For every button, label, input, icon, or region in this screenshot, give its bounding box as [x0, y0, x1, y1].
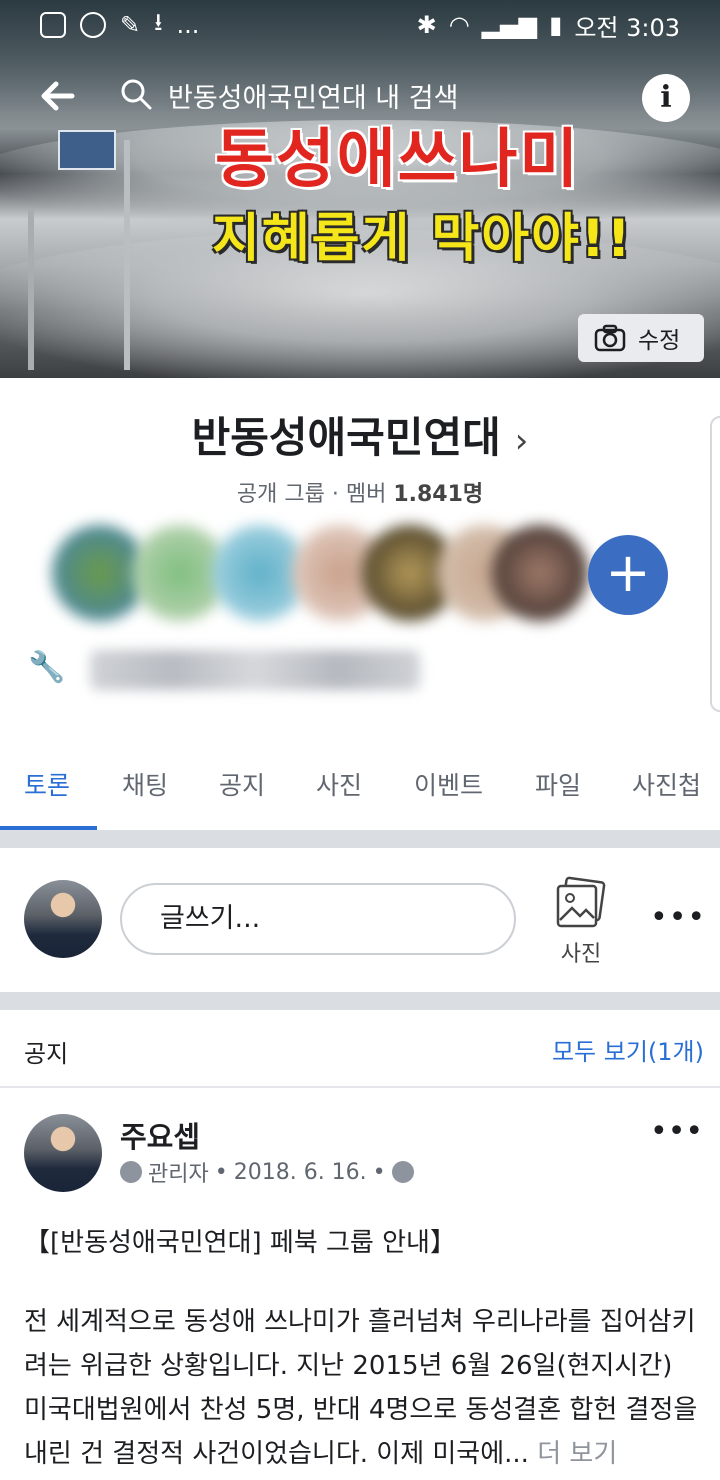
status-time: 오전 3:03: [574, 13, 680, 42]
app-notification-icon: [40, 12, 66, 38]
post-role: 관리자: [148, 1162, 209, 1187]
section-divider: [0, 992, 720, 1010]
see-all-link[interactable]: 모두 보기(1개): [552, 1032, 704, 1067]
post-composer: 글쓰기... 사진 •••: [0, 848, 720, 992]
group-search-input[interactable]: 반동성애국민연대 내 검색: [168, 76, 458, 115]
search-icon[interactable]: [118, 76, 154, 112]
more-options-icon[interactable]: •••: [650, 900, 706, 935]
write-post-input[interactable]: 글쓰기...: [120, 883, 516, 955]
photo-icon[interactable]: [554, 876, 608, 936]
post-options-icon[interactable]: •••: [650, 1114, 703, 1149]
section-divider: [0, 830, 720, 848]
group-type: 공개 그룹: [236, 482, 325, 507]
edit-cover-label: 수정: [638, 328, 681, 354]
post-body: 전 세계적으로 동성애 쓰나미가 흘러넘쳐 우리나라를 집어삼키려는 위급한 상…: [24, 1300, 700, 1476]
status-bar: ✎ ⭳ ... ✱ ◠ ▂▄▆ ▮ 오전 3:03: [0, 0, 720, 50]
blurred-member-names: [90, 650, 420, 690]
cover-pole: [124, 140, 130, 370]
cover-headline-bottom: 지혜롭게 막아야!!: [212, 209, 633, 269]
tab-albums[interactable]: 사진첩: [632, 766, 701, 802]
edit-cover-button[interactable]: 수정: [578, 314, 704, 362]
photo-button-label[interactable]: 사진: [552, 936, 610, 968]
top-search-bar: 반동성애국민연대 내 검색 i: [0, 62, 720, 132]
group-name-text: 반동성애국민연대: [191, 413, 501, 462]
cover-road-sign: [58, 130, 116, 170]
public-globe-icon: [391, 1161, 414, 1183]
notice-header: 공지 모두 보기(1개): [0, 1010, 720, 1088]
notice-label: 공지: [24, 1040, 69, 1068]
user-avatar[interactable]: [24, 880, 102, 958]
side-panel-edge: [710, 416, 720, 712]
cover-pole: [28, 210, 34, 370]
camera-icon: [594, 324, 626, 352]
add-member-button[interactable]: +: [588, 535, 668, 615]
back-arrow-icon[interactable]: [36, 74, 80, 118]
members-label: 멤버: [345, 482, 387, 507]
account-notification-icon: [80, 12, 106, 38]
bluetooth-icon: ✱: [416, 11, 437, 39]
group-name[interactable]: 반동성애국민연대 ›: [0, 404, 720, 465]
admin-badge-icon: [120, 1161, 142, 1183]
member-avatars[interactable]: [52, 525, 588, 625]
tab-chat[interactable]: 채팅: [122, 766, 168, 802]
chevron-right-icon: ›: [514, 421, 529, 461]
tab-files[interactable]: 파일: [535, 766, 581, 802]
member-avatar[interactable]: [492, 525, 588, 621]
download-icon: ⭳: [154, 7, 163, 36]
post-date[interactable]: 2018. 6. 16.: [234, 1160, 367, 1185]
tab-events[interactable]: 이벤트: [414, 766, 483, 802]
members-count: 1.841명: [393, 482, 484, 507]
group-meta: 공개 그룹 · 멤버 1.841명: [236, 482, 484, 507]
cleaner-icon: ✎: [120, 11, 141, 39]
info-icon[interactable]: i: [642, 74, 690, 122]
more-notifications: ...: [176, 11, 200, 39]
wrench-icon: 🔧: [28, 650, 66, 685]
wifi-icon: ◠: [448, 11, 470, 39]
tab-announcements[interactable]: 공지: [219, 766, 265, 802]
see-more-link[interactable]: 더 보기: [537, 1439, 617, 1469]
post-title: 【[반동성애국민연대] 페북 그룹 안내】: [24, 1228, 456, 1258]
signal-icon: ▂▄▆: [481, 11, 538, 39]
post-author[interactable]: 주요셉: [120, 1114, 200, 1156]
battery-icon: ▮: [549, 11, 563, 39]
tab-photos[interactable]: 사진: [316, 766, 362, 802]
author-avatar[interactable]: [24, 1114, 102, 1192]
group-tabs: 토론 채팅 공지 사진 이벤트 파일 사진첩: [0, 742, 720, 832]
tab-discussion[interactable]: 토론: [24, 766, 70, 802]
pinned-post: 주요셉 관리자 • 2018. 6. 16. • ••• 【[반동성애국민연대]…: [0, 1090, 720, 1480]
post-meta: 관리자 • 2018. 6. 16. •: [120, 1156, 414, 1188]
